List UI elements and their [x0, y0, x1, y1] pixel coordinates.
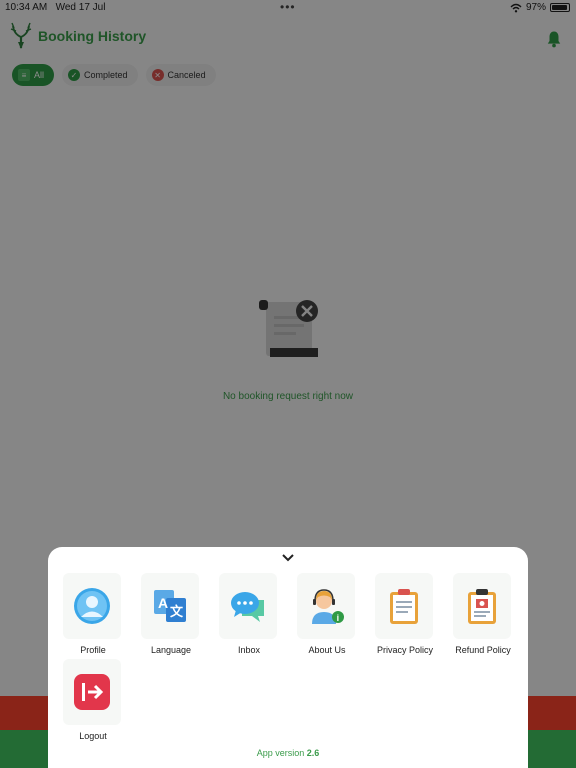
- app-version: App version 2.6: [48, 748, 528, 758]
- app-version-label: App version: [256, 748, 305, 758]
- menu-item-label: Logout: [79, 731, 107, 741]
- chat-icon: [231, 592, 264, 622]
- menu-item-label: About Us: [308, 645, 346, 655]
- menu-item-inbox[interactable]: Inbox: [211, 573, 287, 659]
- booking-history-screen: 10:34 AM Wed 17 Jul ••• 97% Booking Hist…: [0, 0, 576, 768]
- menu-item-privacy-policy[interactable]: Privacy Policy: [367, 573, 443, 659]
- translate-icon: A 文: [154, 590, 186, 622]
- menu-item-label: Language: [150, 645, 192, 655]
- menu-item-profile[interactable]: Profile: [55, 573, 131, 659]
- app-version-number: 2.6: [306, 748, 320, 758]
- menu-item-logout[interactable]: Logout: [55, 659, 131, 745]
- svg-text:文: 文: [170, 604, 184, 619]
- logout-icon: [74, 674, 110, 710]
- support-agent-icon: i: [312, 589, 344, 624]
- menu-item-language[interactable]: A 文 Language: [133, 573, 209, 659]
- refund-document-icon: [468, 589, 496, 624]
- menu-item-label: Privacy Policy: [376, 645, 433, 655]
- clipboard-icon: [390, 589, 418, 624]
- chevron-down-icon[interactable]: [280, 551, 296, 565]
- svg-text:i: i: [337, 613, 340, 623]
- menu-item-label: Profile: [80, 645, 106, 655]
- svg-text:A: A: [158, 595, 168, 611]
- menu-item-label: Inbox: [237, 645, 261, 655]
- menu-item-label: Refund Policy: [455, 645, 511, 655]
- menu-item-about-us[interactable]: i About Us: [289, 573, 365, 659]
- menu-bottom-sheet: Profile A 文 Language Inbox i About Us Pr…: [48, 547, 528, 768]
- menu-item-refund-policy[interactable]: Refund Policy: [445, 573, 521, 659]
- profile-icon: [74, 588, 110, 624]
